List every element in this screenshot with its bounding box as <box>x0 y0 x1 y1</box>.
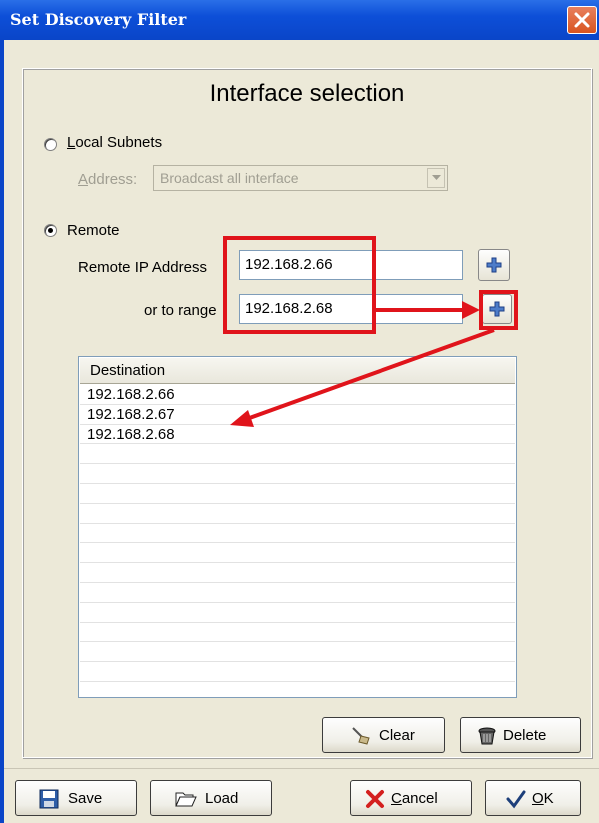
checkmark-icon <box>506 790 526 809</box>
clear-button[interactable]: Clear <box>322 717 445 753</box>
save-button[interactable]: Save <box>15 780 137 816</box>
cross-icon <box>366 790 384 808</box>
clear-label: Clear <box>379 727 415 744</box>
delete-button[interactable]: Delete <box>460 717 581 753</box>
annotation-arrows <box>230 301 495 427</box>
ok-label: OK <box>532 790 554 807</box>
delete-label: Delete <box>503 727 547 744</box>
trash-icon <box>478 727 496 745</box>
annotation-arrow-to-list <box>230 328 495 427</box>
annotation-arrow-to-button <box>376 301 480 319</box>
folder-open-icon <box>175 792 197 807</box>
cancel-label: Cancel <box>391 790 438 807</box>
floppy-disk-icon <box>39 789 59 809</box>
cancel-button[interactable]: Cancel <box>350 780 472 816</box>
broom-icon <box>352 727 370 745</box>
bottom-separator <box>4 768 599 769</box>
ok-button[interactable]: OK <box>485 780 581 816</box>
save-label: Save <box>68 790 103 807</box>
load-button[interactable]: Load <box>150 780 272 816</box>
load-label: Load <box>205 790 239 807</box>
